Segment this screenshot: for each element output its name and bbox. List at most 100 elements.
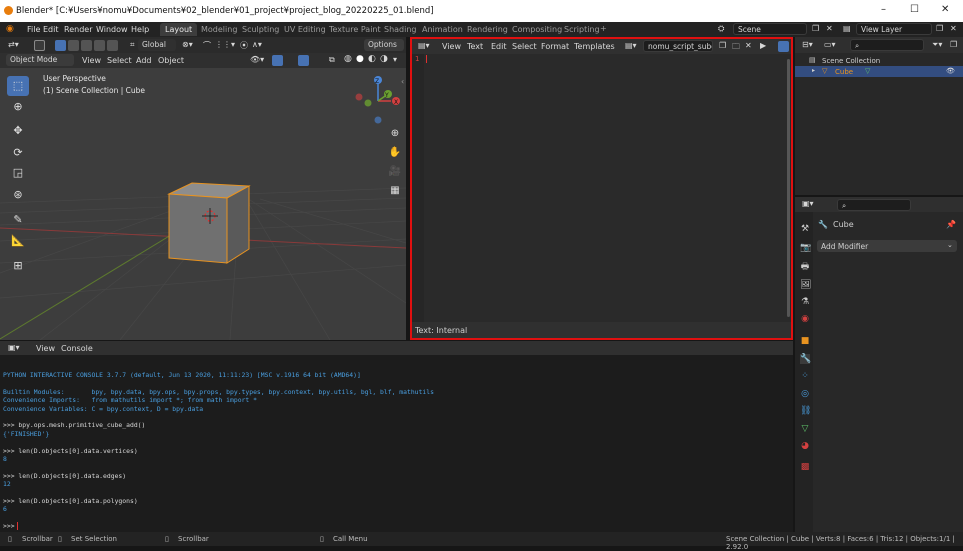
tool-transform[interactable]: ⊛ (7, 185, 29, 205)
add-workspace-icon[interactable]: + (600, 24, 607, 33)
menu-file[interactable]: File (27, 25, 40, 34)
gizmo-toggle-icon[interactable] (272, 55, 283, 66)
tab-shading[interactable]: Shading (379, 23, 422, 36)
tab-layout[interactable]: Layout (160, 23, 198, 36)
view-layer-properties-icon[interactable]: 🖼 (800, 280, 811, 290)
text-menu-templates[interactable]: Templates (574, 42, 615, 51)
camera-view-icon[interactable]: 🎥 (388, 165, 402, 179)
output-properties-icon[interactable]: 🖶 (800, 262, 810, 272)
text-menu-select[interactable]: Select (512, 42, 537, 51)
add-modifier-dropdown[interactable]: Add Modifier ⌄ (817, 240, 957, 252)
select-mode-subtract-icon[interactable] (81, 40, 92, 51)
tab-uv-editing[interactable]: UV Editing (279, 23, 331, 36)
select-mode-invert-icon[interactable] (94, 40, 105, 51)
overlay-toggle-icon[interactable] (298, 55, 309, 66)
expand-arrow-icon[interactable]: ▸ (812, 67, 815, 74)
mesh-data-properties-icon[interactable]: ▽ (800, 424, 810, 434)
select-box-icon[interactable] (34, 40, 45, 51)
cube-object[interactable] (167, 182, 251, 264)
remove-scene-icon[interactable]: ✕ (826, 24, 833, 33)
tool-select-box[interactable]: ⬚ (7, 76, 29, 96)
text-datablock-icon[interactable]: ▤▾ (625, 41, 637, 50)
object-mode-dropdown[interactable]: Object Mode (6, 54, 74, 66)
new-view-layer-icon[interactable]: ❐ (936, 24, 943, 33)
maximize-button[interactable]: ☐ (910, 4, 919, 15)
close-button[interactable]: ✕ (941, 4, 949, 15)
run-script-icon[interactable]: ▶ (760, 41, 766, 50)
console-menu-view[interactable]: View (36, 344, 55, 353)
render-properties-icon[interactable]: 📷 (800, 243, 811, 253)
console-menu-console[interactable]: Console (61, 344, 93, 353)
open-text-icon[interactable]: 🗀 (732, 41, 740, 55)
shading-rendered-icon[interactable]: ◑ (380, 54, 388, 64)
material-properties-icon[interactable]: ◕ (800, 441, 810, 451)
tool-move[interactable]: ✥ (7, 121, 29, 141)
tab-sculpting[interactable]: Sculpting (237, 23, 284, 36)
text-menu-text[interactable]: Text (467, 42, 483, 51)
pivot-icon[interactable]: ⊗▾ (182, 40, 193, 49)
new-scene-icon[interactable]: ❐ (812, 24, 819, 33)
blender-menu-icon[interactable]: ◉ (6, 24, 14, 34)
text-scrollbar[interactable] (787, 59, 790, 317)
tool-rotate[interactable]: ⟳ (7, 143, 29, 163)
outliner-row-scene-collection[interactable]: ▤ Scene Collection (795, 55, 963, 66)
shading-options-icon[interactable]: ▾ (393, 55, 397, 64)
proportional-edit-icon[interactable]: ⦿ (240, 40, 248, 51)
tab-texture-paint[interactable]: Texture Paint (324, 23, 386, 36)
select-mode-new-icon[interactable] (55, 40, 66, 51)
options-dropdown[interactable]: Options (364, 39, 404, 51)
ortho-toggle-icon[interactable]: ▦ (388, 184, 402, 198)
menu-window[interactable]: Window (96, 25, 128, 34)
outliner-row-cube[interactable]: ▸ ▽ Cube ▽ 👁 (795, 66, 963, 77)
menu-help[interactable]: Help (131, 25, 149, 34)
tab-rendering[interactable]: Rendering (462, 23, 513, 36)
tool-measure[interactable]: 📐 (7, 231, 29, 251)
outliner-editor-type-icon[interactable]: ⊟▾ (802, 40, 813, 49)
zoom-icon[interactable]: ⊕ (388, 127, 402, 141)
console-editor-type-icon[interactable]: ▣▾ (8, 343, 20, 352)
python-console[interactable]: PYTHON INTERACTIVE CONSOLE 3.7.7 (defaul… (0, 341, 793, 532)
tool-add-cube[interactable]: ⊞ (7, 256, 29, 276)
tab-animation[interactable]: Animation (417, 23, 468, 36)
remove-view-layer-icon[interactable]: ✕ (950, 24, 957, 33)
properties-search-input[interactable]: ⌕ (837, 199, 911, 211)
tab-scripting[interactable]: Scripting (559, 23, 605, 36)
world-properties-icon[interactable]: ◉ (800, 314, 810, 324)
filter-icon[interactable]: ⏷▾ (932, 40, 942, 50)
text-name-field[interactable]: nomu_script_subdiv (643, 40, 713, 52)
properties-editor-type-icon[interactable]: ▣▾ (802, 199, 814, 208)
modifier-properties-icon[interactable]: 🔧 (800, 354, 811, 364)
shading-material-icon[interactable]: ◐ (368, 54, 376, 64)
visibility-icon[interactable]: 👁▾ (250, 55, 264, 64)
viewport-menu-view[interactable]: View (82, 56, 101, 65)
text-menu-view[interactable]: View (442, 42, 461, 51)
snap-target-icon[interactable]: ⋮⋮▾ (215, 40, 235, 49)
viewport-menu-add[interactable]: Add (136, 56, 152, 65)
texture-properties-icon[interactable]: ▩ (800, 462, 810, 472)
new-text-icon[interactable]: ❐ (719, 41, 726, 50)
scene-selector[interactable]: Scene (733, 23, 807, 35)
sidebar-toggle-icon[interactable]: ‹ (401, 77, 404, 86)
particles-properties-icon[interactable]: ⁘ (800, 371, 810, 381)
pan-hand-icon[interactable]: ✋ (388, 146, 402, 160)
viewport-menu-select[interactable]: Select (107, 56, 132, 65)
select-mode-extend-icon[interactable] (68, 40, 79, 51)
xray-icon[interactable]: ⧉ (329, 55, 335, 65)
visibility-eye-icon[interactable]: 👁 (946, 67, 955, 75)
text-menu-edit[interactable]: Edit (491, 42, 507, 51)
tool-cursor[interactable]: ⊕ (7, 97, 29, 117)
new-collection-icon[interactable]: ❐ (950, 40, 957, 49)
menu-render[interactable]: Render (64, 25, 92, 34)
menu-edit[interactable]: Edit (43, 25, 59, 34)
object-properties-icon[interactable]: ■ (800, 336, 810, 346)
pin-icon[interactable]: 📌 (946, 220, 956, 229)
shading-wireframe-icon[interactable]: ◍ (344, 54, 352, 64)
shading-solid-icon[interactable]: ● (356, 54, 364, 64)
tool-properties-icon[interactable]: ⚒ (800, 224, 810, 234)
3d-viewport[interactable]: Z X Y User Perspective (1) Scene Collect… (0, 53, 406, 340)
minimize-button[interactable]: – (881, 4, 886, 15)
falloff-icon[interactable]: ∧▾ (252, 40, 262, 49)
text-edit-area[interactable] (427, 54, 787, 322)
tool-scale[interactable]: ◲ (7, 163, 29, 183)
select-mode-intersect-icon[interactable] (107, 40, 118, 51)
